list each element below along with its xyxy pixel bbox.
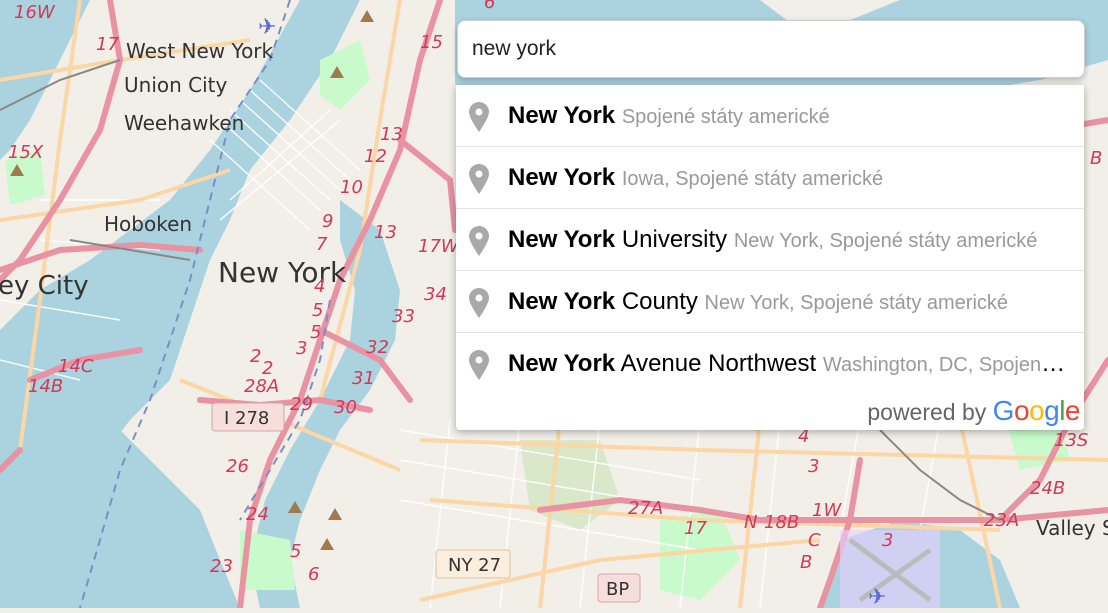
svg-text:23: 23: [210, 556, 233, 577]
svg-text:17: 17: [96, 34, 119, 55]
powered-by-google: powered by Google: [867, 396, 1080, 426]
svg-text:27A: 27A: [628, 498, 663, 519]
svg-text:3: 3: [296, 338, 307, 359]
shield-ny27: NY 27: [448, 555, 501, 576]
svg-text:13: 13: [374, 222, 397, 243]
search-box[interactable]: [457, 20, 1085, 78]
svg-text:14B: 14B: [28, 376, 63, 397]
svg-text:23A: 23A: [984, 510, 1019, 531]
powered-by-text: powered by: [867, 399, 987, 425]
svg-text:B: B: [800, 552, 812, 573]
svg-text:5: 5: [312, 300, 323, 321]
svg-text:5: 5: [290, 541, 301, 562]
suggestion-match: New York: [508, 102, 616, 129]
suggestion-text: New York Spojené státy americké: [508, 85, 1073, 146]
label-west-new-york: West New York: [126, 39, 274, 63]
svg-text:10: 10: [340, 177, 363, 198]
svg-text:13S: 13S: [1054, 430, 1088, 451]
label-weehawken: Weehawken: [124, 111, 244, 135]
airport-icon: ✈: [258, 14, 276, 39]
svg-text:3: 3: [808, 456, 819, 477]
svg-text:7: 7: [316, 234, 328, 255]
svg-text:6: 6: [484, 0, 495, 13]
svg-text:32: 32: [366, 337, 389, 358]
svg-text:15X: 15X: [8, 142, 44, 163]
location-pin-icon: [469, 288, 489, 318]
suggestion-item[interactable]: New York County New York, Spojené státy …: [456, 271, 1084, 333]
suggestion-item[interactable]: New York Avenue Northwest Washington, DC…: [456, 333, 1084, 395]
suggestion-match: New York: [508, 164, 616, 191]
svg-text:31: 31: [352, 368, 375, 389]
svg-text:12: 12: [364, 146, 387, 167]
location-pin-icon: [469, 350, 489, 380]
shield-bp: BP: [606, 579, 629, 600]
label-jersey-city: ey City: [0, 271, 89, 301]
label-new-york: New York: [218, 256, 347, 289]
search-input[interactable]: [472, 21, 1072, 77]
svg-text:14C: 14C: [58, 356, 94, 377]
suggestion-match: New York: [508, 288, 616, 315]
suggestion-item[interactable]: New York University New York, Spojené st…: [456, 209, 1084, 271]
suggestion-rest: Avenue Northwest: [615, 350, 817, 377]
label-hoboken: Hoboken: [104, 212, 192, 236]
svg-text:9: 9: [322, 211, 333, 232]
suggestion-secondary: Spojené státy americké: [621, 106, 830, 128]
svg-text:24B: 24B: [1030, 478, 1065, 499]
suggestion-text: New York Avenue Northwest Washington, DC…: [508, 333, 1073, 395]
svg-text:26: 26: [226, 456, 249, 477]
svg-text:17: 17: [684, 518, 707, 539]
svg-text:15: 15: [420, 32, 443, 53]
svg-text:34: 34: [424, 284, 447, 305]
svg-text:2: 2: [262, 358, 273, 379]
suggestion-text: New York Iowa, Spojené státy americké: [508, 147, 1073, 208]
svg-text:33: 33: [392, 306, 415, 327]
suggestion-item[interactable]: New York Iowa, Spojené státy americké: [456, 147, 1084, 209]
svg-text:C: C: [808, 530, 821, 551]
svg-text:2: 2: [250, 346, 261, 367]
suggestion-text: New York County New York, Spojené státy …: [508, 271, 1073, 332]
suggestion-secondary: Iowa, Spojené státy americké: [621, 168, 884, 190]
suggestion-text: New York University New York, Spojené st…: [508, 209, 1073, 270]
suggestion-rest: County: [615, 288, 698, 315]
suggestion-item[interactable]: New York Spojené státy americké: [456, 85, 1084, 147]
svg-text:18B: 18B: [764, 512, 799, 533]
suggestion-match: New York: [508, 350, 616, 377]
svg-text:30: 30: [334, 397, 357, 418]
svg-text:17W: 17W: [418, 236, 460, 257]
location-pin-icon: [469, 102, 489, 132]
svg-text:16W: 16W: [14, 2, 56, 23]
label-valley-stream: Valley Str: [1036, 516, 1108, 540]
svg-text:3: 3: [882, 530, 893, 551]
svg-text:N: N: [744, 512, 757, 533]
svg-text:28A: 28A: [244, 376, 279, 397]
svg-text:4: 4: [314, 276, 325, 297]
google-logo: Google: [992, 395, 1081, 426]
shield-i278: I 278: [224, 408, 269, 429]
autocomplete-dropdown: New York Spojené státy americké New York…: [456, 85, 1084, 430]
svg-text:13: 13: [380, 124, 403, 145]
svg-text:B: B: [1090, 148, 1102, 169]
suggestion-secondary: Washington, DC, Spojené státy americké: [822, 354, 1073, 376]
svg-text:6: 6: [308, 564, 319, 585]
label-union-city: Union City: [124, 73, 228, 97]
suggestion-secondary: New York, Spojené státy americké: [704, 292, 1009, 314]
suggestion-secondary: New York, Spojené státy americké: [733, 230, 1038, 252]
svg-text:1W: 1W: [812, 500, 842, 521]
svg-text:29: 29: [290, 394, 313, 415]
suggestion-rest: University: [615, 226, 728, 253]
location-pin-icon: [469, 164, 489, 194]
airport-icon: ✈: [868, 584, 886, 608]
location-pin-icon: [469, 226, 489, 256]
svg-text:24: 24: [246, 504, 269, 525]
suggestion-match: New York: [508, 226, 616, 253]
svg-text:5: 5: [310, 322, 321, 343]
